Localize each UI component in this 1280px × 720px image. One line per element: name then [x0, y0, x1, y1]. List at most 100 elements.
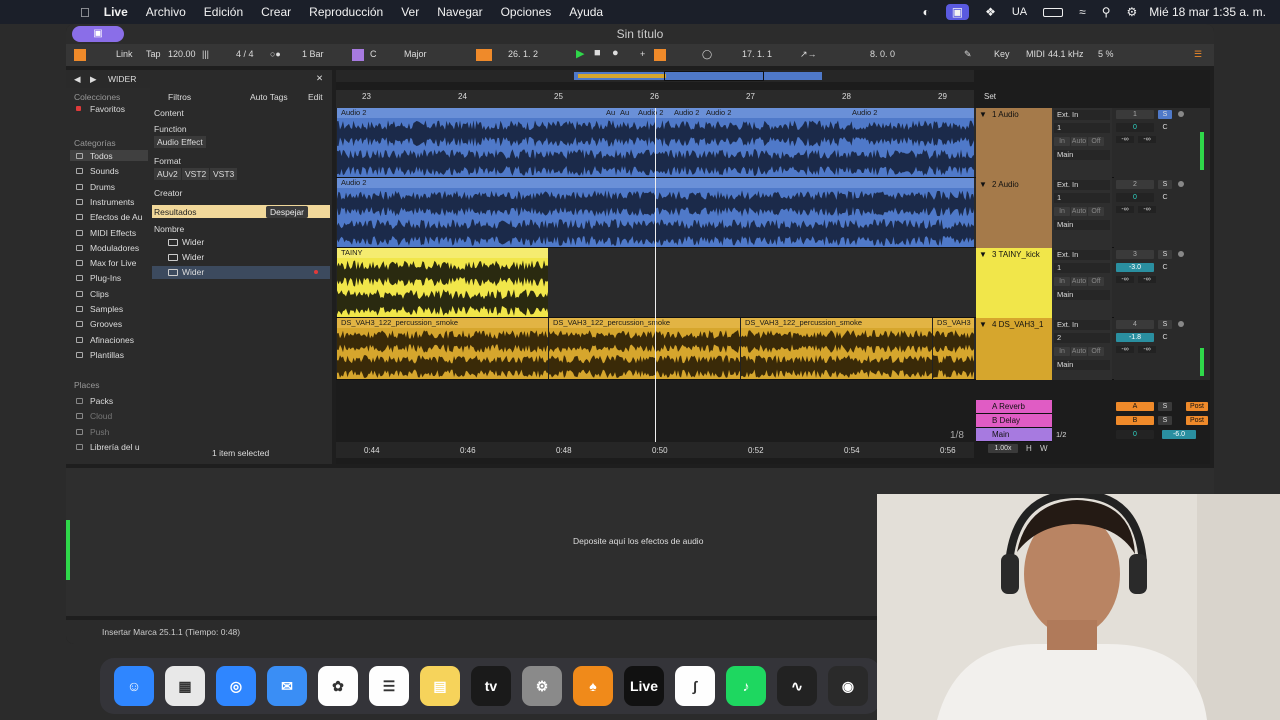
- menu-edicion[interactable]: Edición: [204, 5, 243, 19]
- draw-mode-icon[interactable]: [654, 49, 666, 61]
- monitor-auto-button[interactable]: Auto: [1071, 347, 1087, 356]
- shazam-icon[interactable]: ❖: [985, 5, 996, 19]
- screen-record-icon[interactable]: ▣: [945, 4, 970, 20]
- creator-filter[interactable]: Creator: [154, 188, 182, 198]
- volume-field[interactable]: -1.8: [1116, 333, 1154, 342]
- volume-field[interactable]: 0: [1116, 193, 1154, 202]
- loop-length[interactable]: 8. 0. 0: [870, 49, 895, 59]
- dock-notes-icon[interactable]: ▤: [420, 666, 460, 706]
- input-channel-select[interactable]: 1: [1054, 263, 1110, 273]
- category-item[interactable]: Todos: [90, 151, 113, 161]
- loop-icon[interactable]: ◯: [702, 49, 712, 60]
- category-item[interactable]: Moduladores: [90, 243, 139, 253]
- send-a-field[interactable]: -∞: [1116, 276, 1134, 283]
- track-number-button[interactable]: 2: [1116, 180, 1154, 189]
- category-item[interactable]: Samples: [90, 304, 123, 314]
- format-filter[interactable]: Format: [154, 156, 181, 166]
- menu-icon[interactable]: ☰: [1194, 49, 1202, 60]
- quantize-select[interactable]: 1 Bar: [302, 49, 324, 59]
- monitor-off-button[interactable]: Off: [1088, 137, 1104, 146]
- solo-button[interactable]: S: [1158, 110, 1172, 119]
- keyboard-layout[interactable]: UA: [1012, 6, 1027, 18]
- input-type-select[interactable]: Ext. In: [1054, 180, 1110, 190]
- track-name[interactable]: 1 Audio: [992, 110, 1019, 119]
- category-item[interactable]: Instruments: [90, 197, 134, 207]
- fold-icon[interactable]: ▼: [979, 180, 987, 189]
- track-header[interactable]: ▼ 4 DS_VAH3_1: [976, 318, 1052, 380]
- nudge-icon[interactable]: |||: [202, 49, 209, 59]
- track-name[interactable]: 4 DS_VAH3_1: [992, 320, 1043, 329]
- monitor-in-button[interactable]: In: [1054, 277, 1070, 286]
- main-volume[interactable]: 0: [1116, 430, 1154, 439]
- gauge-icon[interactable]: ◐: [922, 5, 929, 19]
- favorites-item[interactable]: Favoritos: [90, 104, 125, 114]
- tap-button[interactable]: Tap: [146, 49, 161, 59]
- clear-search-icon[interactable]: ✕: [316, 73, 323, 84]
- track-name[interactable]: 2 Audio: [992, 180, 1019, 189]
- battery-icon[interactable]: [1043, 7, 1064, 17]
- place-item[interactable]: Librería del u: [90, 442, 140, 452]
- dock-system-settings-icon[interactable]: ⚙: [522, 666, 562, 706]
- track-header[interactable]: ▼ 2 Audio: [976, 178, 1052, 248]
- dock-live-icon[interactable]: Live: [624, 666, 664, 706]
- dock-reminders-icon[interactable]: ☰: [369, 666, 409, 706]
- song-position[interactable]: 26. 1. 2: [508, 49, 538, 59]
- send-a-field[interactable]: -∞: [1116, 136, 1134, 143]
- punch-icon[interactable]: ↗→: [800, 49, 817, 60]
- send-a-field[interactable]: -∞: [1116, 206, 1134, 213]
- h-button[interactable]: H: [1026, 444, 1032, 453]
- return-letter[interactable]: B: [1116, 416, 1154, 425]
- record-icon[interactable]: ●: [612, 47, 619, 59]
- wifi-icon[interactable]: ≈: [1079, 5, 1086, 19]
- output-select[interactable]: Main: [1054, 150, 1110, 160]
- key-map-button[interactable]: Key: [994, 49, 1010, 59]
- return-track-header[interactable]: A Reverb: [976, 400, 1052, 414]
- dock-capcut-icon[interactable]: ∫: [675, 666, 715, 706]
- clear-results-button[interactable]: Despejar: [266, 206, 309, 218]
- link-button[interactable]: Link: [116, 49, 133, 59]
- play-icon[interactable]: ▶: [576, 47, 584, 60]
- track-name[interactable]: 3 TAINY_kick: [992, 250, 1040, 259]
- category-item[interactable]: Efectos de Au: [90, 212, 142, 222]
- filters-toggle[interactable]: Filtros: [168, 92, 191, 102]
- result-row[interactable]: Wider: [152, 236, 330, 249]
- input-type-select[interactable]: Ext. In: [1054, 320, 1110, 330]
- add-icon[interactable]: +: [640, 49, 645, 59]
- category-item[interactable]: Plantillas: [90, 350, 124, 360]
- pan-field[interactable]: C: [1158, 123, 1172, 132]
- view-toggle-icon[interactable]: [74, 49, 86, 61]
- scale-select[interactable]: Major: [404, 49, 427, 59]
- category-item[interactable]: Afinaciones: [90, 335, 134, 345]
- format-vst3-tag[interactable]: VST3: [210, 168, 238, 180]
- cue-output[interactable]: 1/2: [1056, 430, 1066, 439]
- input-type-select[interactable]: Ext. In: [1054, 110, 1110, 120]
- send-b-field[interactable]: -∞: [1138, 136, 1156, 143]
- dock-launchpad-icon[interactable]: ▦: [165, 666, 205, 706]
- pan-field[interactable]: C: [1158, 193, 1172, 202]
- arm-icon[interactable]: [1178, 111, 1184, 117]
- input-channel-select[interactable]: 1: [1054, 193, 1110, 203]
- solo-button[interactable]: S: [1158, 180, 1172, 189]
- category-item[interactable]: Clips: [90, 289, 109, 299]
- dock-finder-icon[interactable]: ☺: [114, 666, 154, 706]
- key-select[interactable]: C: [370, 49, 377, 59]
- fold-icon[interactable]: ▼: [979, 110, 987, 119]
- post-button[interactable]: Post: [1186, 416, 1208, 425]
- return-solo-button[interactable]: S: [1158, 402, 1172, 411]
- menu-app-name[interactable]: Live: [104, 5, 128, 19]
- solo-button[interactable]: S: [1158, 320, 1172, 329]
- control-center-icon[interactable]: ⚙: [1127, 5, 1138, 19]
- send-a-field[interactable]: -∞: [1116, 346, 1134, 353]
- auto-tags-button[interactable]: Auto Tags: [250, 92, 288, 102]
- menu-reproduccion[interactable]: Reproducción: [309, 5, 383, 19]
- audio-effect-tag[interactable]: Audio Effect: [154, 136, 206, 148]
- dock-photos-icon[interactable]: ✿: [318, 666, 358, 706]
- send-b-field[interactable]: -∞: [1138, 346, 1156, 353]
- output-select[interactable]: Main: [1054, 290, 1110, 300]
- function-filter[interactable]: Function: [154, 124, 187, 134]
- place-item[interactable]: Push: [90, 427, 109, 437]
- menu-ver[interactable]: Ver: [401, 5, 419, 19]
- edit-button[interactable]: Edit: [308, 92, 323, 102]
- dock-fl-studio-icon[interactable]: ♠: [573, 666, 613, 706]
- format-auv2-tag[interactable]: AUv2: [154, 168, 181, 180]
